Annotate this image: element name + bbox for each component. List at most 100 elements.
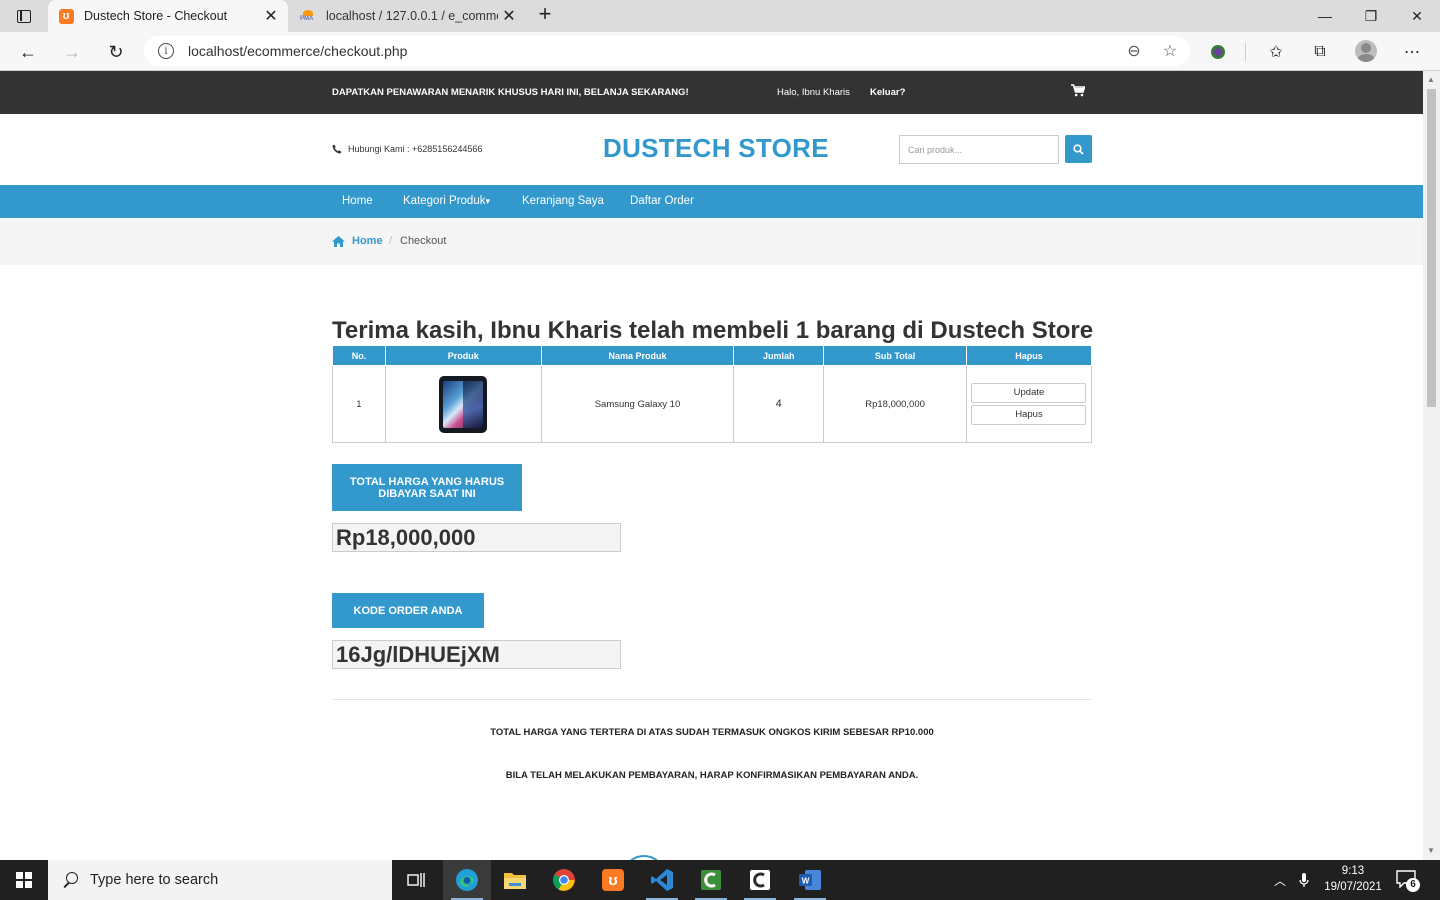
contact-text: Hubungi Kami : +6285156244566 <box>348 144 483 154</box>
logout-link[interactable]: Keluar? <box>870 87 905 98</box>
cart-icon[interactable] <box>1071 84 1086 97</box>
taskbar-xampp[interactable]: ʊ <box>589 860 637 900</box>
col-hapus: Hapus <box>965 345 1093 366</box>
close-window-button[interactable]: ✕ <box>1394 0 1440 32</box>
windows-taskbar: Type here to search ʊ W ︿ 9:13 19/07/202… <box>0 860 1440 900</box>
nav-kategori-produk[interactable]: Kategori Produk▾ <box>403 195 490 207</box>
contact-info: Hubungi Kami : +6285156244566 <box>332 144 482 154</box>
order-code-label: KODE ORDER ANDA <box>332 593 484 628</box>
notification-center-button[interactable]: 6 <box>1396 868 1420 892</box>
delete-button[interactable]: Hapus <box>971 405 1087 425</box>
product-qty: 4 <box>733 365 825 443</box>
word-icon: W <box>799 870 821 890</box>
browser-tab-bar: ʊ Dustech Store - Checkout ✕ PMA localho… <box>0 0 1440 32</box>
site-logo[interactable]: DUSTECH STORE <box>603 133 829 164</box>
site-info-icon[interactable]: i <box>158 43 174 59</box>
caret-down-icon: ▾ <box>485 196 490 206</box>
total-price-label: TOTAL HARGA YANG HARUS DIBAYAR SAAT INI <box>332 464 522 511</box>
new-tab-button[interactable]: + <box>534 3 556 26</box>
extension-icon[interactable] <box>1204 38 1232 66</box>
page-viewport: DAPATKAN PENAWARAN MENARIK KHUSUS HARI I… <box>0 71 1423 860</box>
nav-home[interactable]: Home <box>342 195 373 207</box>
minimize-button[interactable]: — <box>1302 0 1348 32</box>
address-bar[interactable]: i localhost/ecommerce/checkout.php ⊖ ☆ <box>144 36 1190 66</box>
collections-icon[interactable]: ⧉ <box>1306 38 1334 66</box>
notification-badge: 6 <box>1406 878 1420 892</box>
scrollbar-thumb[interactable] <box>1427 89 1436 407</box>
product-search-input[interactable]: Cari produk... <box>899 135 1059 164</box>
scroll-down-icon[interactable]: ▼ <box>1427 846 1435 855</box>
order-table: No. Produk Nama Produk Jumlah Sub Total … <box>332 345 1093 443</box>
breadcrumb-separator: / <box>389 235 393 247</box>
breadcrumb-home-label: Home <box>352 235 383 247</box>
product-name: Samsung Galaxy 10 <box>540 365 735 443</box>
chrome-icon <box>553 869 575 891</box>
camtasia-recorder-icon <box>750 870 770 890</box>
close-tab-icon[interactable]: ✕ <box>260 6 282 26</box>
xampp-favicon-icon: ʊ <box>58 8 74 24</box>
tab-actions-icon <box>17 9 31 23</box>
thank-you-heading: Terima kasih, Ibnu Kharis telah membeli … <box>332 317 1094 344</box>
row-no: 1 <box>332 365 386 443</box>
task-view-button[interactable] <box>392 860 440 900</box>
breadcrumb-current: Checkout <box>400 235 447 247</box>
order-code-value: 16Jg/lDHUEjXM <box>332 640 621 669</box>
start-button[interactable] <box>0 860 48 900</box>
taskbar-chrome[interactable] <box>540 860 588 900</box>
promo-text: DAPATKAN PENAWARAN MENARIK KHUSUS HARI I… <box>332 87 689 98</box>
forward-button[interactable]: → <box>58 38 86 66</box>
taskbar-camtasia-2[interactable] <box>736 860 784 900</box>
tab-title: Dustech Store - Checkout <box>84 9 228 23</box>
restore-button[interactable]: ❐ <box>1348 0 1394 32</box>
update-button[interactable]: Update <box>971 383 1087 403</box>
page-scrollbar[interactable]: ▲ ▼ <box>1423 71 1440 860</box>
favorites-icon[interactable]: ✩ <box>1262 38 1290 66</box>
scroll-up-icon[interactable]: ▲ <box>1427 75 1435 84</box>
profile-avatar[interactable] <box>1355 40 1377 62</box>
product-image-cell <box>384 365 542 443</box>
col-nama-produk: Nama Produk <box>540 345 735 366</box>
greeting-text: Halo, Ibnu Kharis <box>777 87 850 98</box>
home-icon <box>332 235 345 247</box>
phone-icon <box>332 144 342 154</box>
clock-time: 9:13 <box>1341 865 1365 877</box>
show-hidden-icons[interactable]: ︿ <box>1270 860 1290 900</box>
refresh-button[interactable]: ↻ <box>102 38 130 66</box>
nav-label: Kategori Produk <box>403 195 486 207</box>
total-price-value: Rp18,000,000 <box>332 523 621 552</box>
taskbar-search[interactable]: Type here to search <box>48 860 392 900</box>
tab-actions-button[interactable] <box>10 6 38 26</box>
taskbar-edge[interactable] <box>443 860 491 900</box>
folder-icon <box>504 873 526 889</box>
col-jumlah: Jumlah <box>733 345 825 366</box>
tab-checkout[interactable]: ʊ Dustech Store - Checkout ✕ <box>48 0 288 32</box>
phpmyadmin-favicon-icon: PMA <box>300 8 316 24</box>
zoom-icon[interactable]: ⊖ <box>1122 36 1146 66</box>
task-view-icon <box>407 873 425 887</box>
microphone-icon[interactable] <box>1294 860 1314 900</box>
taskbar-vscode[interactable] <box>638 860 686 900</box>
col-sub-total: Sub Total <box>823 345 967 366</box>
taskbar-file-explorer[interactable] <box>491 860 539 900</box>
edge-icon <box>456 869 478 891</box>
confirm-payment-note: BILA TELAH MELAKUKAN PEMBAYARAN, HARAP K… <box>505 770 919 781</box>
search-icon <box>62 872 78 888</box>
nav-daftar-order[interactable]: Daftar Order <box>630 195 694 207</box>
search-button[interactable] <box>1065 135 1092 163</box>
more-menu-icon[interactable]: ⋯ <box>1398 38 1426 66</box>
breadcrumb-home[interactable]: Home <box>332 235 383 247</box>
product-image <box>439 375 488 433</box>
breadcrumb: Home / Checkout <box>0 218 1423 265</box>
col-no: No. <box>332 345 386 366</box>
table-row: 1 Samsung Galaxy 10 4 Rp18,000,000 Updat… <box>332 365 1093 443</box>
close-tab-icon[interactable]: ✕ <box>498 6 520 26</box>
taskbar-word[interactable]: W <box>786 860 834 900</box>
promo-topbar: DAPATKAN PENAWARAN MENARIK KHUSUS HARI I… <box>0 71 1423 114</box>
back-button[interactable]: ← <box>14 38 42 66</box>
tab-phpmyadmin[interactable]: PMA localhost / 127.0.0.1 / e_commerce ✕ <box>290 0 526 32</box>
tab-title: localhost / 127.0.0.1 / e_commerce <box>326 9 498 23</box>
add-favorite-icon[interactable]: ☆ <box>1158 36 1182 66</box>
nav-keranjang-saya[interactable]: Keranjang Saya <box>522 195 604 207</box>
system-clock[interactable]: 9:13 19/07/2021 <box>1320 863 1386 895</box>
taskbar-camtasia-1[interactable] <box>687 860 735 900</box>
